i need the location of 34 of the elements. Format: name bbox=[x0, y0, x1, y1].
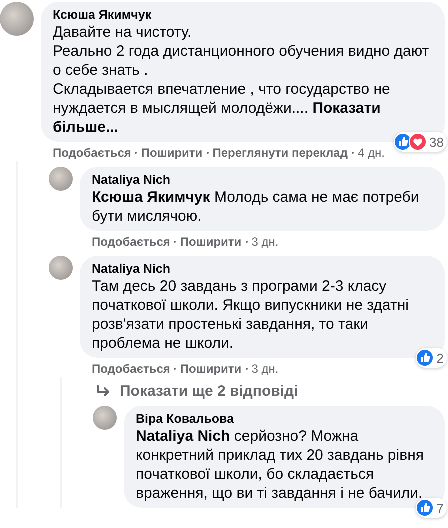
action-link[interactable]: Поширити bbox=[141, 146, 203, 160]
action-link[interactable]: Поширити bbox=[180, 235, 242, 249]
action-link[interactable]: Переглянути переклад bbox=[212, 146, 348, 160]
avatar[interactable] bbox=[49, 167, 73, 191]
avatar[interactable] bbox=[93, 406, 117, 430]
reaction-count[interactable]: 38 bbox=[394, 132, 447, 152]
more-replies-link[interactable]: Показати ще 2 відповіді bbox=[93, 383, 445, 400]
action-link[interactable]: Поширити bbox=[180, 362, 242, 376]
thumbs-up-icon bbox=[416, 349, 434, 367]
timestamp[interactable]: 4 дн. bbox=[358, 146, 385, 160]
avatar[interactable] bbox=[49, 256, 73, 280]
separator-dot bbox=[246, 241, 248, 243]
separator-dot bbox=[206, 152, 209, 154]
timestamp[interactable]: 3 дн. bbox=[252, 235, 279, 249]
separator-dot bbox=[246, 368, 248, 370]
reaction-count[interactable]: 2 bbox=[416, 348, 447, 368]
author-name[interactable]: Nataliya Nich bbox=[92, 261, 433, 277]
timestamp[interactable]: 3 дн. bbox=[252, 362, 279, 376]
comment-text: Ксюша Якимчук Молодь сама не має потреби бути мислячою. bbox=[92, 188, 420, 226]
action-link[interactable]: Подобається bbox=[92, 362, 170, 376]
thumbs-up-icon bbox=[416, 499, 434, 517]
action-link[interactable]: Подобається bbox=[92, 235, 170, 249]
author-name[interactable]: Nataliya Nich bbox=[92, 172, 433, 188]
reply-arrow-icon bbox=[96, 384, 112, 398]
separator-dot bbox=[174, 241, 176, 243]
reaction-count[interactable]: 7 bbox=[416, 498, 447, 518]
separator-dot bbox=[135, 152, 138, 154]
comment-text: Там десь 20 завдань з програми 2-3 класу початкової школи. Якщо випускники не здатні розв'язати простенькі завдання, то таки проблема не школи. bbox=[92, 277, 410, 353]
avatar[interactable] bbox=[0, 2, 34, 36]
author-name[interactable]: Ксюша Якимчук bbox=[53, 7, 433, 23]
action-link[interactable]: Подобається bbox=[53, 146, 132, 160]
separator-dot bbox=[352, 152, 354, 154]
separator-dot bbox=[174, 368, 176, 370]
author-name[interactable]: Віра Ковальова bbox=[136, 411, 433, 427]
